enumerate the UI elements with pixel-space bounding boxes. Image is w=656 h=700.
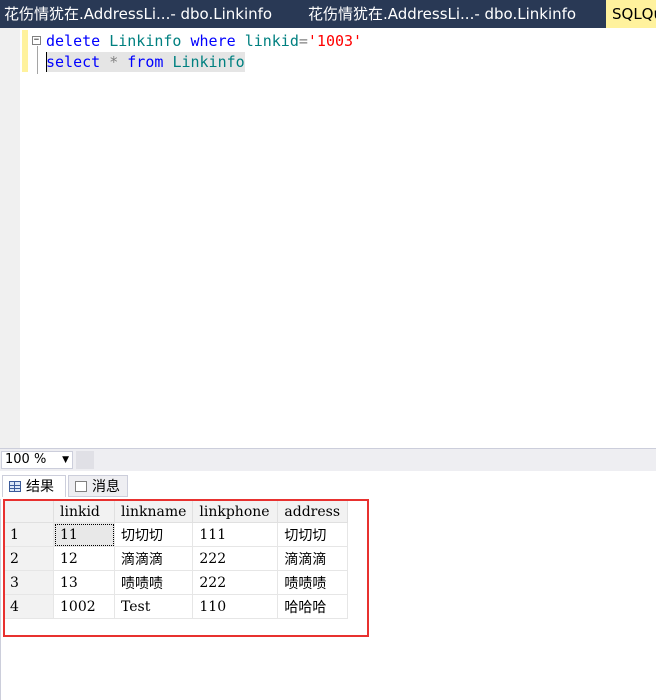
column-header-linkid[interactable]: linkid: [53, 501, 115, 523]
row-number[interactable]: 3: [5, 570, 54, 595]
keyword-from: from: [127, 53, 164, 71]
identifier-linkid: linkid: [244, 32, 299, 50]
column-header-address[interactable]: address: [277, 501, 349, 523]
table-row: 2 12 滴滴滴 222 滴滴滴: [5, 546, 349, 571]
table-cell[interactable]: 13: [53, 570, 115, 595]
table-cell[interactable]: 110: [192, 594, 279, 619]
tab-sqlquery[interactable]: SQLQu: [606, 0, 656, 28]
chevron-down-icon[interactable]: ▼: [62, 452, 69, 468]
identifier-linkinfo: Linkinfo: [109, 32, 182, 50]
table-cell[interactable]: 222: [192, 570, 279, 595]
zoom-dropdown[interactable]: 100 % ▼: [1, 451, 73, 469]
document-tab-bar: 花伤情犹在.AddressLi...- dbo.Linkinfo 花伤情犹在.A…: [0, 0, 656, 28]
operator-equals: =: [298, 32, 308, 50]
table-cell[interactable]: 滴滴滴: [277, 546, 349, 571]
row-number[interactable]: 4: [5, 594, 54, 619]
table-cell[interactable]: 12: [53, 546, 115, 571]
table-cell[interactable]: 啧啧啧: [114, 570, 194, 595]
table-cell[interactable]: 111: [192, 522, 279, 547]
row-number-header: [5, 501, 54, 523]
zoom-value: 100 %: [5, 452, 47, 467]
results-pane: linkid linkname linkphone address 1 11 切…: [0, 499, 656, 700]
text-caret: [46, 52, 47, 72]
table-row: 3 13 啧啧啧 222 啧啧啧: [5, 570, 349, 595]
keyword-select: select: [46, 53, 101, 71]
table-cell[interactable]: 222: [192, 546, 279, 571]
change-indicator-bar: [22, 30, 28, 72]
table-cell[interactable]: 切切切: [277, 522, 349, 547]
table-cell[interactable]: 11: [53, 522, 115, 547]
row-number[interactable]: 2: [5, 546, 54, 571]
results-tab-strip: 结果 消息: [0, 471, 656, 499]
keyword-where: where: [190, 32, 236, 50]
row-number[interactable]: 1: [5, 522, 54, 547]
table-cell[interactable]: Test: [114, 594, 194, 619]
table-row: 4 1002 Test 110 哈哈哈: [5, 594, 349, 619]
table-row: 1 11 切切切 111 切切切: [5, 522, 349, 547]
results-grid: linkid linkname linkphone address 1 11 切…: [5, 501, 349, 619]
table-cell[interactable]: 哈哈哈: [277, 594, 349, 619]
message-icon: [75, 481, 87, 492]
tab-results-label: 结果: [26, 479, 54, 495]
string-literal: '1003': [307, 32, 363, 50]
table-cell[interactable]: 滴滴滴: [114, 546, 194, 571]
keyword-delete: delete: [46, 32, 101, 50]
tab-linkinfo-2[interactable]: 花伤情犹在.AddressLi...- dbo.Linkinfo: [308, 0, 576, 28]
collapse-icon[interactable]: −: [32, 36, 41, 45]
column-header-linkphone[interactable]: linkphone: [192, 501, 279, 523]
column-header-linkname[interactable]: linkname: [114, 501, 194, 523]
zoom-bar: 100 % ▼: [0, 448, 656, 471]
tab-messages-label: 消息: [92, 479, 120, 495]
table-cell[interactable]: 啧啧啧: [277, 570, 349, 595]
operator-star: *: [109, 53, 119, 71]
identifier-linkinfo-2: Linkinfo: [172, 53, 245, 71]
query-editor[interactable]: − delete Linkinfo where linkid='1003' se…: [0, 28, 656, 448]
editor-gutter: [0, 28, 20, 448]
grid-icon: [9, 481, 21, 492]
table-cell[interactable]: 1002: [53, 594, 115, 619]
grid-header-row: linkid linkname linkphone address: [5, 501, 349, 523]
tab-messages[interactable]: 消息: [68, 475, 128, 497]
code-line-2[interactable]: select * from Linkinfo: [46, 52, 245, 72]
fold-guide-line: [37, 46, 38, 74]
table-cell[interactable]: 切切切: [114, 522, 194, 547]
horizontal-scrollbar[interactable]: [76, 451, 94, 469]
tab-results[interactable]: 结果: [2, 475, 66, 497]
code-line-1[interactable]: delete Linkinfo where linkid='1003': [46, 31, 362, 51]
tab-linkinfo-1[interactable]: 花伤情犹在.AddressLi...- dbo.Linkinfo: [4, 0, 272, 28]
